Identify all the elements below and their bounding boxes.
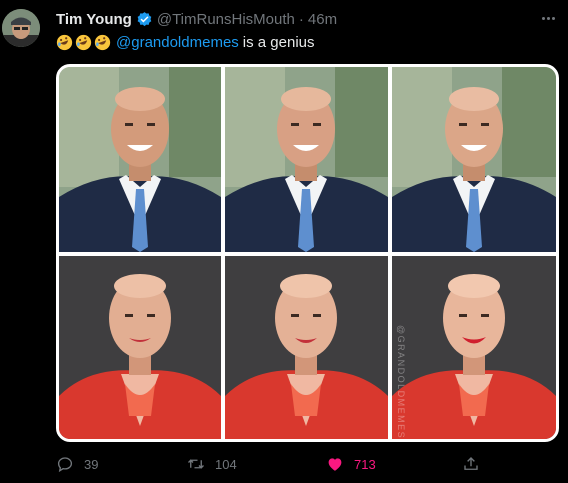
- avatar-image: [2, 9, 40, 47]
- share-button[interactable]: [462, 455, 490, 473]
- author-avatar[interactable]: [2, 9, 40, 47]
- photo-suit-2[interactable]: [225, 67, 388, 252]
- photo-red-jacket-2-image: [225, 256, 388, 439]
- timestamp[interactable]: 46m: [308, 11, 337, 28]
- photo-suit-3[interactable]: [392, 67, 556, 252]
- retweet-count: 104: [215, 456, 237, 472]
- like-count: 713: [354, 456, 376, 472]
- author-name[interactable]: Tim Young: [56, 11, 132, 28]
- share-icon: [464, 457, 478, 470]
- rofl-emoji-icon: [75, 34, 92, 50]
- heart-icon: [328, 458, 342, 471]
- reply-icon: [57, 457, 73, 473]
- retweet-button[interactable]: 104: [187, 455, 237, 473]
- photo-red-jacket-3-image: [392, 256, 556, 439]
- retweet-icon: [188, 459, 204, 469]
- separator-dot: ·: [298, 10, 304, 28]
- photo-red-jacket-1-image: [59, 256, 221, 439]
- reply-button[interactable]: 39: [56, 455, 98, 473]
- photo-red-jacket-2[interactable]: [225, 256, 388, 439]
- reply-count: 39: [84, 456, 99, 472]
- photo-suit-1-image: [59, 67, 221, 252]
- author-handle[interactable]: @TimRunsHisMouth: [157, 11, 295, 28]
- mention-link[interactable]: @grandoldmemes: [116, 34, 239, 51]
- watermark-text: @GRANDOLDMEMES: [396, 325, 406, 440]
- rofl-emoji-icon: [56, 34, 73, 50]
- more-options-icon[interactable]: [542, 12, 560, 24]
- tweet-header: Tim Young @TimRunsHisMouth · 46m: [56, 10, 337, 28]
- tweet-media-grid[interactable]: @GRANDOLDMEMES: [56, 64, 559, 442]
- verified-badge-icon: [137, 11, 152, 26]
- like-button[interactable]: 713: [326, 455, 376, 473]
- tweet-actions: 39 104 713: [56, 455, 486, 475]
- photo-suit-3-image: [392, 67, 556, 252]
- tweet-text: @grandoldmemes is a genius: [56, 32, 315, 52]
- photo-red-jacket-3[interactable]: [392, 256, 556, 439]
- photo-suit-1[interactable]: [59, 67, 221, 252]
- tweet-body-text: is a genius: [242, 33, 315, 51]
- rofl-emoji-icon: [94, 34, 111, 50]
- photo-red-jacket-1[interactable]: [59, 256, 221, 439]
- photo-suit-2-image: [225, 67, 388, 252]
